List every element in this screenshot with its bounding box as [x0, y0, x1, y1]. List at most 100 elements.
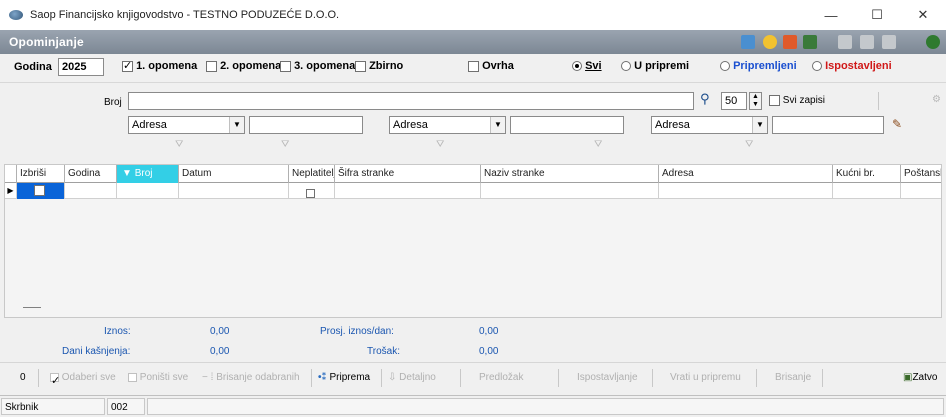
ispostavljanje-button[interactable]: Ispostavljanje [577, 368, 638, 388]
sifra-stranke-cell[interactable] [335, 183, 481, 199]
settings-icon[interactable]: ⚙ [932, 94, 941, 105]
u-pripremi-option[interactable]: U pripremi [621, 60, 689, 72]
zbirno-option[interactable]: Zbirno [355, 60, 403, 72]
funnel-icon[interactable]: ⛛ [436, 139, 444, 150]
neplatitelj-checkbox[interactable] [306, 189, 315, 198]
naziv-stranke-cell[interactable] [481, 183, 659, 199]
ovrha-label: Ovrha [482, 60, 514, 72]
table-row[interactable]: ▶ [5, 183, 941, 199]
funnel-icon[interactable]: ⛛ [745, 139, 753, 150]
odaberi-sve-label: Odaberi sve [61, 372, 116, 383]
column-header-datum[interactable]: Datum [179, 165, 289, 183]
zatvori-button[interactable]: ▣Zatvo [903, 368, 937, 388]
trosak-label: Trošak: [367, 346, 400, 357]
divider [652, 369, 653, 387]
document-icon[interactable] [783, 35, 797, 49]
paste-icon[interactable] [882, 35, 896, 49]
neplatitelj-cell[interactable] [289, 183, 335, 199]
godina-input[interactable]: 2025 [58, 58, 104, 76]
adresa-cell[interactable] [659, 183, 833, 199]
column-header-adresa[interactable]: Adresa [659, 165, 833, 183]
opomena3-option[interactable]: 3. opomena [280, 60, 355, 72]
opomena1-checkbox[interactable] [122, 59, 133, 72]
odaberi-sve-button[interactable]: Odaberi sve [50, 368, 116, 391]
broj-search-input[interactable] [128, 92, 694, 110]
ispostavljeni-radio[interactable] [812, 61, 822, 72]
datum-cell[interactable] [179, 183, 289, 199]
column-header-naziv-stranke[interactable]: Naziv stranke [481, 165, 659, 183]
zatvori-label: Zatvo [912, 372, 938, 383]
brisanje-button[interactable]: Brisanje [775, 368, 811, 388]
window-title: Saop Financijsko knjigovodstvo - TESTNO … [30, 9, 340, 21]
brisanje-odabranih-button[interactable]: − ⁞ Brisanje odabranih [202, 368, 300, 388]
postanski-cell[interactable] [901, 183, 941, 199]
predlozak-button[interactable]: Predložak [479, 368, 523, 388]
star-icon[interactable] [763, 35, 777, 49]
column-header-izbrisi[interactable]: Izbriši [17, 165, 65, 183]
maximize-button[interactable]: ☐ [854, 0, 900, 30]
clear-filter-icon[interactable]: ✎ [892, 117, 902, 131]
funnel-icon[interactable]: ⛛ [594, 139, 602, 150]
priprema-icon: •⁑ [318, 372, 330, 383]
ispostavljeni-option[interactable]: Ispostavljeni [812, 60, 892, 72]
adresa-filter-input-3[interactable] [772, 116, 884, 134]
close-window-button[interactable]: ✕ [900, 0, 946, 30]
funnel-icon[interactable]: ⛛ [175, 139, 183, 150]
chevron-down-icon[interactable]: ▼ [752, 117, 767, 133]
broj-cell[interactable] [117, 183, 179, 199]
kucni-br-cell[interactable] [833, 183, 901, 199]
export-icon[interactable] [803, 35, 817, 49]
izbrisi-checkbox[interactable] [34, 185, 45, 196]
exit-icon[interactable] [926, 35, 940, 49]
column-header-broj[interactable]: ▼ Broj [117, 165, 179, 183]
svi-radio[interactable] [572, 61, 582, 72]
column-header-postanski[interactable]: Poštansk [901, 165, 941, 183]
chevron-down-icon[interactable]: ▼ [229, 117, 244, 133]
divider [311, 369, 312, 387]
column-header-sifra-stranke[interactable]: Šifra stranke [335, 165, 481, 183]
adresa-select-3[interactable]: Adresa ▼ [651, 116, 768, 134]
ponisti-sve-button[interactable]: Poništi sve [128, 368, 188, 388]
action-toolbar: 0 Odaberi sve Poništi sve − ⁞ Brisanje o… [0, 362, 946, 392]
search-icon[interactable]: ⚲ [700, 91, 710, 107]
opomena1-option[interactable]: 1. opomena [122, 59, 197, 72]
zbirno-checkbox[interactable] [355, 60, 366, 72]
adresa-select-1-value: Adresa [132, 119, 167, 131]
opomena3-checkbox[interactable] [280, 60, 291, 72]
dani-kasnjenja-value: 0,00 [210, 346, 230, 357]
izbrisi-cell[interactable] [17, 183, 65, 199]
record-count-input[interactable]: 50 [721, 92, 747, 110]
godina-cell[interactable] [65, 183, 117, 199]
count-spinner[interactable]: ▲ ▼ [749, 92, 762, 110]
adresa-filter-input-2[interactable] [510, 116, 624, 134]
svi-zapisi-checkbox[interactable] [769, 95, 780, 106]
opomena2-option[interactable]: 2. opomena [206, 60, 281, 72]
svi-zapisi-option[interactable]: Svi zapisi [769, 95, 825, 106]
column-header-godina[interactable]: Godina [65, 165, 117, 183]
grid-icon[interactable] [741, 35, 755, 49]
print-icon[interactable] [838, 35, 852, 49]
adresa-filter-input-1[interactable] [249, 116, 363, 134]
priprema-button[interactable]: •⁑ Priprema [318, 368, 370, 388]
pripremljeni-radio[interactable] [720, 61, 730, 72]
detaljno-button[interactable]: ⇩ Detaljno [388, 368, 436, 388]
ovrha-checkbox[interactable] [468, 60, 479, 72]
opomena2-checkbox[interactable] [206, 60, 217, 72]
chevron-down-icon[interactable]: ▼ [490, 117, 505, 133]
godina-label: Godina [14, 61, 52, 73]
adresa-select-1[interactable]: Adresa ▼ [128, 116, 245, 134]
dani-kasnjenja-label: Dani kašnjenja: [62, 346, 131, 357]
svi-option[interactable]: Svi [572, 60, 602, 72]
window-titlebar: Saop Financijsko knjigovodstvo - TESTNO … [0, 0, 946, 30]
funnel-icon[interactable]: ⛛ [281, 139, 289, 150]
ovrha-option[interactable]: Ovrha [468, 60, 514, 72]
u-pripremi-radio[interactable] [621, 61, 631, 72]
minimize-button[interactable]: — [808, 0, 854, 30]
pripremljeni-option[interactable]: Pripremljeni [720, 60, 797, 72]
column-header-neplatitelj[interactable]: Neplatitelj [289, 165, 335, 183]
column-header-kucni-br[interactable]: Kućni br. [833, 165, 901, 183]
adresa-select-2[interactable]: Adresa ▼ [389, 116, 506, 134]
vrati-u-pripremu-button[interactable]: Vrati u pripremu [670, 368, 741, 388]
zbirno-label: Zbirno [369, 60, 404, 72]
copy-icon[interactable] [860, 35, 874, 49]
